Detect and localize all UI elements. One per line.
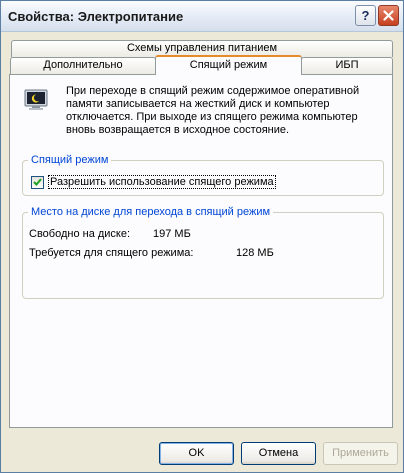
help-icon: ? — [361, 8, 370, 23]
checkmark-icon — [33, 178, 42, 186]
tab-label: Схемы управления питанием — [126, 42, 278, 54]
required-space-label: Требуется для спящего режима: — [29, 247, 194, 259]
help-button[interactable]: ? — [355, 5, 376, 26]
hibernate-tab-panel: При переходе в спящий режим содержимое о… — [9, 74, 393, 428]
title-bar[interactable]: Свойства: Электропитание ? — [1, 1, 403, 32]
hibernate-mode-group: Спящий режим Разрешить использование спя… — [22, 154, 384, 196]
close-button[interactable] — [378, 5, 399, 26]
hibernate-description: При переходе в спящий режим содержимое о… — [66, 85, 360, 136]
dialog-window: Свойства: Электропитание ? Схемы управле… — [0, 0, 404, 473]
tab-advanced[interactable]: Дополнительно — [10, 57, 156, 74]
free-space-value: 197 МБ — [153, 228, 191, 240]
group-legend: Место на диске для перехода в спящий реж… — [28, 206, 274, 219]
disk-space-group: Место на диске для перехода в спящий реж… — [22, 206, 384, 299]
tab-ups[interactable]: ИБП — [301, 57, 393, 74]
window-title: Свойства: Электропитание — [8, 9, 184, 24]
tab-label: Дополнительно — [43, 59, 123, 71]
power-monitor-icon — [24, 89, 48, 110]
close-icon — [383, 10, 394, 21]
ok-button[interactable]: OK — [159, 442, 234, 465]
free-space-label: Свободно на диске: — [29, 228, 131, 240]
tab-hibernate[interactable]: Спящий режим — [155, 55, 302, 75]
required-space-value: 128 МБ — [236, 247, 274, 259]
apply-button[interactable]: Применить — [323, 442, 398, 465]
enable-hibernate-checkbox[interactable] — [31, 175, 44, 189]
tab-label: Спящий режим — [189, 59, 268, 71]
tab-label: ИБП — [335, 59, 359, 71]
group-legend: Спящий режим — [28, 154, 112, 167]
enable-hibernate-label[interactable]: Разрешить использование спящего режима — [48, 175, 276, 189]
cancel-button[interactable]: Отмена — [241, 442, 316, 465]
enable-hibernate-option[interactable]: Разрешить использование спящего режима — [31, 175, 276, 189]
